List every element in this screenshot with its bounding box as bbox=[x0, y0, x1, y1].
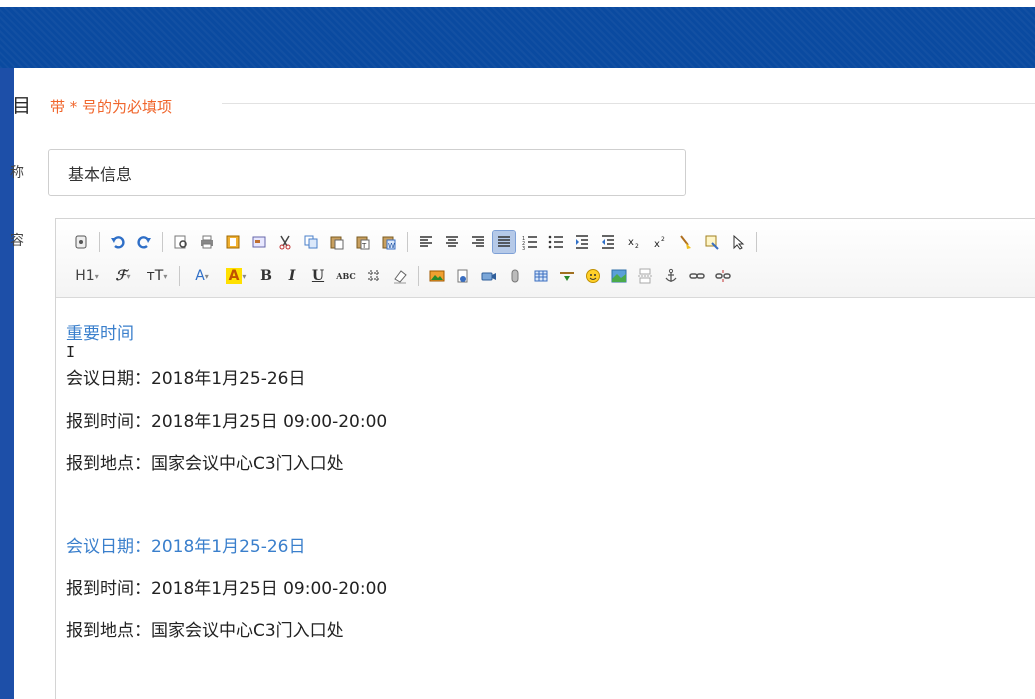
cut-icon[interactable] bbox=[274, 231, 296, 253]
paste-text-icon[interactable]: T bbox=[352, 231, 374, 253]
name-input[interactable] bbox=[48, 149, 686, 196]
font-family-label: ℱ bbox=[115, 268, 127, 284]
toolbar-row-2: H1 ▾ ℱ ▾ тT ▾ A ▾ A ▾ B I U ABC bbox=[70, 263, 734, 289]
clear-format-icon[interactable] bbox=[675, 231, 697, 253]
content-label: 容 bbox=[10, 233, 24, 249]
undo-icon[interactable] bbox=[107, 231, 129, 253]
section-divider bbox=[222, 103, 1035, 104]
horizontal-rule-icon[interactable] bbox=[556, 265, 578, 287]
eraser-icon[interactable] bbox=[389, 265, 411, 287]
page-break-icon[interactable] bbox=[634, 265, 656, 287]
ordered-list-icon[interactable]: 123 bbox=[519, 231, 541, 253]
table-icon[interactable] bbox=[530, 265, 552, 287]
header-bar bbox=[0, 0, 1035, 68]
superscript-icon[interactable]: x2 bbox=[649, 231, 671, 253]
attachment-icon[interactable] bbox=[452, 265, 474, 287]
anchor-icon[interactable] bbox=[660, 265, 682, 287]
bold-label: B bbox=[260, 268, 272, 284]
background-color-label: A bbox=[225, 268, 243, 284]
svg-text:x: x bbox=[654, 239, 660, 250]
italic-label: I bbox=[288, 268, 296, 284]
border-icon[interactable] bbox=[363, 265, 385, 287]
text-cursor-icon: I bbox=[66, 343, 76, 361]
toolbar-separator bbox=[756, 232, 757, 252]
align-center-icon[interactable] bbox=[441, 231, 463, 253]
font-size-label: тT bbox=[146, 268, 164, 284]
heading-dropdown[interactable]: H1 ▾ bbox=[70, 265, 104, 287]
paragraph: 重要时间 bbox=[66, 324, 134, 344]
font-color-label: A bbox=[195, 268, 205, 284]
copy-icon[interactable] bbox=[300, 231, 322, 253]
paste-word-icon[interactable]: W bbox=[378, 231, 400, 253]
map-icon[interactable] bbox=[608, 265, 630, 287]
toolbar-separator bbox=[179, 266, 180, 286]
bold-button[interactable]: B bbox=[255, 265, 277, 287]
heading-label: H1 bbox=[75, 268, 95, 284]
background-color-dropdown[interactable]: A ▾ bbox=[221, 265, 251, 287]
svg-text:T: T bbox=[361, 242, 367, 250]
paste-icon[interactable] bbox=[326, 231, 348, 253]
link-icon[interactable] bbox=[686, 265, 708, 287]
print-icon[interactable] bbox=[196, 231, 218, 253]
font-color-dropdown[interactable]: A ▾ bbox=[187, 265, 217, 287]
rich-text-editor[interactable]: T W 123 x2 x2 H1 ▾ ℱ ▾ тT ▾ A ▾ A ▾ B I … bbox=[55, 218, 1035, 699]
source-icon[interactable] bbox=[70, 231, 92, 253]
page: 目 带 * 号的为必填项 称 容 T W bbox=[0, 0, 1035, 699]
align-left-icon[interactable] bbox=[415, 231, 437, 253]
paragraph: 报到时间：2018年1月25日 09:00-20:00 bbox=[66, 579, 388, 599]
preview-icon[interactable] bbox=[170, 231, 192, 253]
toolbar-separator bbox=[407, 232, 408, 252]
name-label: 称 bbox=[10, 165, 24, 181]
toolbar-separator bbox=[418, 266, 419, 286]
redo-icon[interactable] bbox=[133, 231, 155, 253]
template-icon[interactable] bbox=[222, 231, 244, 253]
italic-button[interactable]: I bbox=[281, 265, 303, 287]
subscript-icon[interactable]: x2 bbox=[623, 231, 645, 253]
svg-text:2: 2 bbox=[635, 243, 639, 250]
toolbar-separator bbox=[162, 232, 163, 252]
align-right-icon[interactable] bbox=[467, 231, 489, 253]
underline-button[interactable]: U bbox=[307, 265, 329, 287]
video-icon[interactable] bbox=[478, 265, 500, 287]
code-icon[interactable] bbox=[248, 231, 270, 253]
outdent-icon[interactable] bbox=[597, 231, 619, 253]
required-fields-note: 带 * 号的为必填项 bbox=[50, 98, 173, 116]
svg-text:2: 2 bbox=[661, 236, 665, 243]
insert-image-icon[interactable] bbox=[426, 265, 448, 287]
svg-text:x: x bbox=[628, 237, 634, 248]
unlink-icon[interactable] bbox=[712, 265, 734, 287]
format-painter-icon[interactable] bbox=[701, 231, 723, 253]
header-top-strip bbox=[0, 0, 1035, 7]
font-family-dropdown[interactable]: ℱ ▾ bbox=[108, 265, 138, 287]
toolbar-separator bbox=[99, 232, 100, 252]
paragraph: 会议日期：2018年1月25-26日 bbox=[66, 537, 306, 557]
font-size-dropdown[interactable]: тT ▾ bbox=[142, 265, 172, 287]
paragraph: 报到地点：国家会议中心C3门入口处 bbox=[66, 454, 344, 474]
align-justify-icon[interactable] bbox=[492, 230, 516, 254]
music-icon[interactable] bbox=[504, 265, 526, 287]
paragraph: 会议日期：2018年1月25-26日 bbox=[66, 369, 306, 389]
underline-label: U bbox=[311, 268, 325, 284]
svg-text:3: 3 bbox=[522, 246, 525, 250]
section-title-fragment: 目 bbox=[12, 95, 32, 117]
editor-toolbar: T W 123 x2 x2 H1 ▾ ℱ ▾ тT ▾ A ▾ A ▾ B I … bbox=[56, 219, 1035, 298]
strikethrough-label: ABC bbox=[336, 271, 356, 281]
strikethrough-button[interactable]: ABC bbox=[333, 265, 359, 287]
paragraph: 报到地点：国家会议中心C3门入口处 bbox=[66, 621, 344, 641]
emoticon-icon[interactable] bbox=[582, 265, 604, 287]
svg-text:W: W bbox=[388, 242, 395, 250]
toolbar-row-1: T W 123 x2 x2 bbox=[70, 229, 760, 255]
paragraph: 报到时间：2018年1月25日 09:00-20:00 bbox=[66, 412, 388, 432]
unordered-list-icon[interactable] bbox=[545, 231, 567, 253]
indent-icon[interactable] bbox=[571, 231, 593, 253]
select-all-icon[interactable] bbox=[727, 231, 749, 253]
